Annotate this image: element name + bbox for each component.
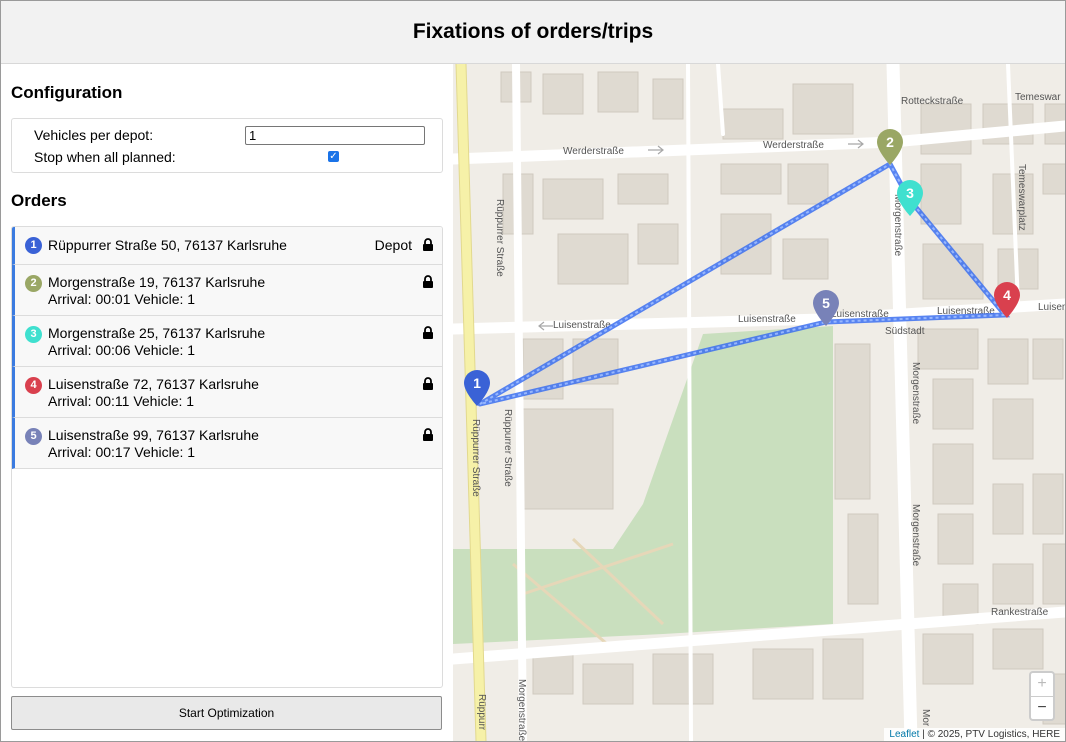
street-label: Luisenstraße — [738, 314, 796, 325]
street-label: Morgenstraße — [910, 504, 921, 567]
marker-label: 2 — [886, 134, 894, 150]
order-number-badge: 2 — [25, 275, 42, 292]
street-label: Luisenstraße — [1038, 302, 1065, 313]
orders-list: 1 Rüppurrer Straße 50, 76137 Karlsruhe D… — [11, 226, 443, 688]
page-title: Fixations of orders/trips — [412, 20, 654, 43]
lock-icon[interactable] — [422, 238, 434, 251]
order-number-badge: 3 — [25, 326, 42, 343]
page-header: Fixations of orders/trips — [1, 1, 1065, 64]
street-label: Temeswarplatz — [1016, 164, 1027, 231]
street-label: Rüppurr — [476, 694, 487, 731]
start-optimization-button[interactable]: Start Optimization — [11, 696, 442, 730]
order-arrival: Arrival: 00:11 Vehicle: 1 — [48, 393, 195, 409]
street-label: Rüppurrer Straße — [502, 409, 513, 487]
order-item-5[interactable]: 5 Luisenstraße 99, 76137 Karlsruhe Arriv… — [12, 418, 442, 469]
lock-icon[interactable] — [422, 275, 434, 288]
order-arrival: Arrival: 00:17 Vehicle: 1 — [48, 444, 196, 460]
vehicles-per-depot-label: Vehicles per depot: — [34, 127, 154, 143]
configuration-title: Configuration — [11, 83, 123, 102]
order-item-2[interactable]: 2 Morgenstraße 19, 76137 Karlsruhe Arriv… — [12, 265, 442, 316]
marker-label: 3 — [906, 185, 914, 201]
order-arrival: Arrival: 00:01 Vehicle: 1 — [48, 291, 196, 307]
marker-label: 5 — [822, 295, 830, 311]
order-address: Rüppurrer Straße 50, 76137 Karlsruhe — [48, 237, 287, 253]
street-label: Mor — [920, 709, 931, 727]
order-item-3[interactable]: 3 Morgenstraße 25, 76137 Karlsruhe Arriv… — [12, 316, 442, 367]
order-number-badge: 1 — [25, 237, 42, 254]
street-label: Rüppurrer Straße — [470, 419, 481, 497]
zoom-out-button[interactable]: − — [1031, 697, 1053, 720]
street-label: Rankestraße — [991, 607, 1049, 618]
street-label: Werderstraße — [563, 146, 624, 157]
order-address: Luisenstraße 72, 76137 Karlsruhe — [48, 376, 259, 392]
order-number-badge: 5 — [25, 428, 42, 445]
marker-label: 1 — [473, 375, 481, 391]
map-view[interactable]: Werderstraße Werderstraße Rotteckstraße … — [453, 64, 1065, 741]
vehicles-per-depot-input[interactable] — [245, 126, 425, 145]
marker-label: 4 — [1003, 287, 1011, 303]
street-label: Rüppurrer Straße — [494, 199, 505, 277]
order-address: Morgenstraße 19, 76137 Karlsruhe — [48, 274, 266, 290]
order-item-1[interactable]: 1 Rüppurrer Straße 50, 76137 Karlsruhe D… — [12, 227, 442, 265]
map-attribution: Leaflet | © 2025, PTV Logistics, HERE — [884, 728, 1065, 741]
leaflet-link[interactable]: Leaflet — [889, 729, 919, 740]
lock-icon[interactable] — [422, 377, 434, 390]
order-arrival: Arrival: 00:06 Vehicle: 1 — [48, 342, 196, 358]
zoom-in-button[interactable]: + — [1031, 673, 1053, 697]
stop-when-planned-label: Stop when all planned: — [34, 149, 176, 165]
orders-title: Orders — [11, 191, 67, 210]
street-label: Werderstraße — [763, 140, 824, 151]
configuration-box: Vehicles per depot: Stop when all planne… — [11, 118, 443, 173]
depot-label: Depot — [374, 237, 412, 253]
app-window: Fixations of orders/trips Configuration … — [0, 0, 1066, 742]
order-item-4[interactable]: 4 Luisenstraße 72, 76137 Karlsruhe Arriv… — [12, 367, 442, 418]
lock-icon[interactable] — [422, 326, 434, 339]
lock-icon[interactable] — [422, 428, 434, 441]
street-label: Morgenstraße — [516, 679, 527, 741]
street-label: Temeswar — [1015, 92, 1061, 103]
attribution-text: | © 2025, PTV Logistics, HERE — [919, 729, 1060, 740]
district-label: Südstadt — [885, 326, 925, 337]
left-panel: Configuration Vehicles per depot: Stop w… — [1, 64, 453, 741]
order-address: Morgenstraße 25, 76137 Karlsruhe — [48, 325, 266, 341]
street-label: Rotteckstraße — [901, 96, 964, 107]
zoom-control: + − — [1029, 671, 1055, 721]
order-address: Luisenstraße 99, 76137 Karlsruhe — [48, 427, 259, 443]
stop-when-planned-checkbox[interactable]: ✓ — [328, 151, 339, 162]
street-label: Morgenstraße — [910, 362, 921, 425]
order-number-badge: 4 — [25, 377, 42, 394]
street-label: Luisenstraße — [553, 320, 611, 331]
map-canvas[interactable]: Werderstraße Werderstraße Rotteckstraße … — [453, 64, 1065, 741]
